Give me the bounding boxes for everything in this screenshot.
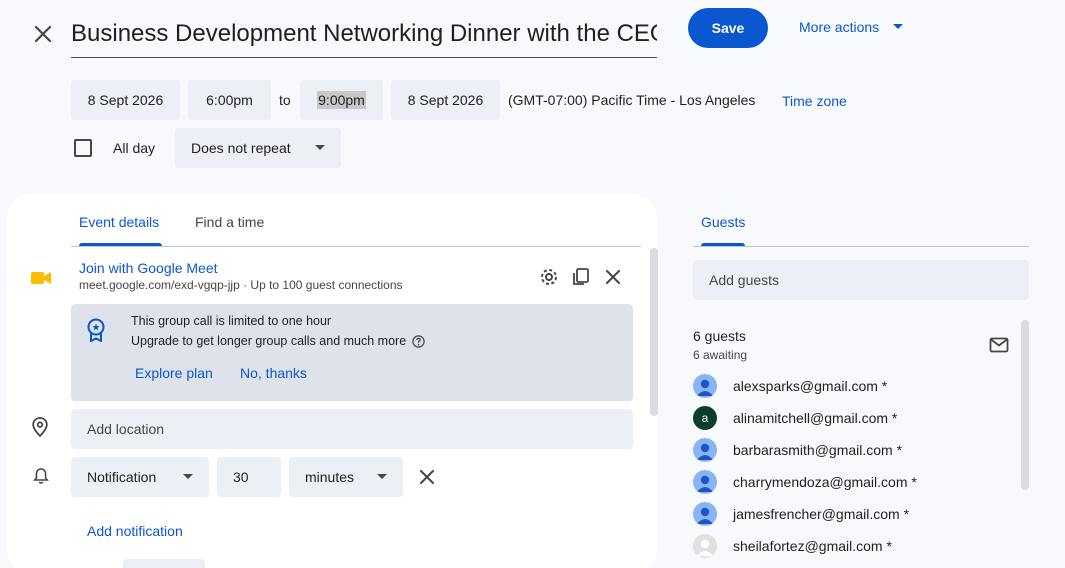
copy-icon [573, 268, 589, 285]
meet-subtitle: meet.google.com/exd-vgqp-jjp · Up to 100… [79, 278, 403, 292]
google-meet-icon [31, 270, 51, 291]
remove-notification-button[interactable] [415, 465, 439, 489]
join-meet-link[interactable]: Join with Google Meet [79, 260, 218, 276]
timezone-link[interactable]: Time zone [782, 93, 847, 109]
guest-row[interactable]: charrymendoza@gmail.com * [693, 468, 917, 496]
guest-row[interactable]: sheilafortez@gmail.com * [693, 532, 892, 560]
mail-icon [989, 337, 1009, 353]
caret-down-icon [183, 474, 193, 479]
remove-meet-button[interactable] [601, 265, 625, 289]
notification-amount-input[interactable]: 30 [217, 457, 281, 497]
guest-row[interactable]: barbarasmith@gmail.com * [693, 436, 902, 464]
explore-plan-button[interactable]: Explore plan [135, 365, 213, 381]
end-date-chip[interactable]: 8 Sept 2026 [391, 80, 500, 120]
save-button[interactable]: Save [688, 8, 768, 48]
close-icon [420, 470, 434, 484]
next-field-partial [123, 559, 205, 568]
award-badge-icon [86, 318, 106, 347]
to-label: to [279, 92, 291, 108]
meet-settings-button[interactable] [537, 265, 561, 289]
avatar-default-icon [693, 438, 717, 462]
caret-down-icon [377, 474, 387, 479]
guests-tab-divider [693, 246, 1029, 247]
end-date-text: 8 Sept 2026 [407, 92, 484, 108]
close-icon [606, 270, 620, 284]
location-pin-icon [32, 417, 48, 442]
guests-scrollbar[interactable] [1021, 320, 1029, 490]
timezone-text: (GMT-07:00) Pacific Time - Los Angeles [508, 92, 756, 108]
repeat-value: Does not repeat [191, 140, 291, 156]
start-time-chip[interactable]: 6:00pm [188, 80, 271, 120]
caret-down-icon [893, 24, 904, 29]
guest-awaiting-count: 6 awaiting [693, 348, 748, 362]
close-icon [34, 25, 52, 43]
banner-title: This group call is limited to one hour [131, 314, 332, 328]
event-title-input[interactable] [71, 10, 657, 58]
add-location-input[interactable]: Add location [71, 409, 633, 449]
tab-divider [71, 246, 641, 247]
no-thanks-button[interactable]: No, thanks [240, 365, 307, 381]
notification-unit-value: minutes [305, 469, 355, 485]
caret-down-icon [315, 145, 325, 150]
notification-type-value: Notification [87, 469, 157, 485]
guest-email: charrymendoza@gmail.com * [733, 474, 917, 490]
guest-email: barbarasmith@gmail.com * [733, 442, 903, 458]
avatar-letter: a [693, 406, 717, 430]
notification-unit-select[interactable]: minutes [289, 457, 403, 497]
avatar-default-icon [693, 374, 717, 398]
avatar-default-icon [693, 470, 717, 494]
help-icon[interactable] [412, 334, 425, 348]
details-scrollbar[interactable] [650, 248, 658, 416]
banner-subtitle-row: Upgrade to get longer group calls and mu… [131, 334, 425, 348]
tab-event-details[interactable]: Event details [79, 214, 159, 230]
guest-row[interactable]: jamesfrencher@gmail.com * [693, 500, 909, 528]
more-actions-button[interactable]: More actions [799, 14, 904, 40]
start-date-chip[interactable]: 8 Sept 2026 [71, 80, 180, 120]
avatar-letter-text: a [701, 411, 709, 425]
gear-icon [541, 269, 557, 285]
notification-amount-value: 30 [233, 469, 249, 485]
bell-icon [32, 467, 50, 490]
add-notification-button[interactable]: Add notification [87, 523, 183, 539]
notification-type-select[interactable]: Notification [71, 457, 209, 497]
guest-row[interactable]: alexsparks@gmail.com * [693, 372, 887, 400]
more-actions-label: More actions [799, 19, 880, 35]
end-time-text: 9:00pm [317, 91, 366, 109]
guest-email: alinamitchell@gmail.com * [733, 410, 898, 426]
guest-email: jamesfrencher@gmail.com * [733, 506, 910, 522]
guest-row[interactable]: a alinamitchell@gmail.com * [693, 404, 897, 432]
guest-email: alexsparks@gmail.com * [733, 378, 888, 394]
tab-guests[interactable]: Guests [701, 214, 745, 230]
guest-count: 6 guests [693, 328, 746, 344]
avatar-default-icon [693, 534, 717, 558]
close-button[interactable] [26, 17, 60, 51]
repeat-select[interactable]: Does not repeat [175, 128, 341, 168]
start-date-text: 8 Sept 2026 [87, 92, 164, 108]
all-day-label: All day [113, 140, 156, 156]
all-day-checkbox[interactable] [74, 139, 92, 157]
end-time-chip[interactable]: 9:00pm [300, 80, 383, 120]
tab-find-a-time[interactable]: Find a time [195, 214, 264, 230]
email-guests-button[interactable] [987, 333, 1011, 357]
copy-meet-button[interactable] [569, 265, 593, 289]
banner-subtitle: Upgrade to get longer group calls and mu… [131, 334, 407, 348]
start-time-text: 6:00pm [206, 92, 253, 108]
add-guests-input[interactable]: Add guests [693, 260, 1029, 300]
guest-email: sheilafortez@gmail.com * [733, 538, 892, 554]
avatar-default-icon [693, 502, 717, 526]
